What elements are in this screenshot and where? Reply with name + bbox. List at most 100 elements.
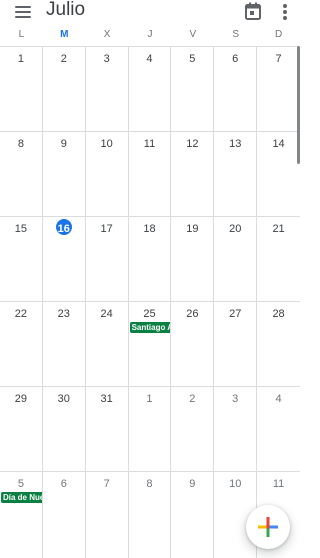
weekday-label: J	[147, 29, 153, 40]
day-number: 5	[189, 53, 196, 65]
day-cell[interactable]: 1	[128, 387, 172, 472]
day-cell[interactable]: 20	[214, 217, 258, 302]
day-cell[interactable]: 9	[171, 472, 215, 558]
day-cell[interactable]: 12	[171, 132, 215, 217]
day-number: 8	[146, 478, 153, 490]
day-cell[interactable]: 5 Día de Nuestra Señora	[0, 472, 43, 558]
day-number: 20	[229, 223, 242, 235]
day-number: 6	[60, 478, 67, 490]
day-number: 2	[189, 393, 196, 405]
day-cell[interactable]: 14	[257, 132, 300, 217]
day-cell[interactable]: 8	[129, 472, 172, 558]
day-cell[interactable]: 3	[214, 387, 258, 472]
day-cell[interactable]: 23	[42, 302, 86, 387]
day-number: 25	[143, 308, 156, 320]
menu-icon-line	[15, 16, 31, 18]
day-cell[interactable]: 6	[214, 47, 258, 132]
day-cell[interactable]: 3	[85, 47, 129, 132]
calendar-today-icon[interactable]	[243, 1, 263, 21]
day-number: 11	[143, 138, 156, 150]
create-event-button[interactable]	[246, 505, 290, 549]
day-number: 2	[60, 53, 67, 65]
weekday-label: S	[232, 29, 240, 40]
day-cell[interactable]: 1	[0, 47, 43, 132]
more-dot	[283, 16, 287, 20]
day-cell[interactable]: 29	[0, 387, 43, 472]
menu-icon-line	[15, 6, 31, 8]
day-number: 26	[186, 308, 199, 320]
day-number: 1	[17, 53, 24, 65]
day-cell[interactable]: 4	[128, 47, 172, 132]
day-number: 11	[272, 478, 285, 490]
more-dot	[283, 4, 287, 8]
day-cell[interactable]: 19	[171, 217, 215, 302]
day-cell[interactable]: 25 Santiago Apóstol	[128, 302, 172, 387]
day-number: 16	[57, 223, 70, 235]
day-number: 6	[232, 53, 239, 65]
day-cell[interactable]: 26	[171, 302, 215, 387]
day-number: 4	[146, 53, 153, 65]
day-number: 21	[272, 223, 285, 235]
day-number: 9	[189, 478, 196, 490]
weekday-header: LMXJVSD	[0, 24, 300, 46]
day-number: 10	[229, 478, 242, 490]
more-vert-icon[interactable]	[279, 2, 291, 20]
menu-icon[interactable]	[14, 3, 32, 19]
day-number: 29	[14, 393, 28, 405]
month-grid: 1 2 3 4 5 6 7 8 9 10 11 12 13 14 15 16 17 18 19 20 21 22 23 24 2…	[0, 46, 300, 558]
create-event-plus-icon	[258, 517, 278, 537]
day-number: 22	[14, 308, 28, 320]
day-number: 12	[186, 138, 199, 150]
weekday-label: L	[18, 29, 25, 40]
weekday-label: V	[189, 29, 197, 40]
event-chip[interactable]: Santiago Apóstol	[129, 322, 171, 333]
day-number: 23	[57, 308, 70, 320]
day-number: 19	[186, 223, 199, 235]
day-number: 15	[14, 223, 28, 235]
event-chip[interactable]: Día de Nuestra Señora	[1, 492, 42, 503]
more-dot	[283, 10, 287, 14]
day-number: 3	[103, 53, 110, 65]
app-bar: Julio	[0, 0, 300, 24]
day-number: 8	[17, 138, 24, 150]
day-cell[interactable]: 17	[85, 217, 129, 302]
day-cell[interactable]: 30	[42, 387, 86, 472]
day-cell[interactable]: 15	[0, 217, 43, 302]
menu-icon-line	[15, 11, 31, 13]
day-cell[interactable]: 7	[257, 47, 300, 132]
day-number: 30	[57, 393, 70, 405]
day-cell[interactable]: 27	[214, 302, 258, 387]
day-cell[interactable]: 13	[214, 132, 258, 217]
day-number: 10	[100, 138, 113, 150]
day-cell[interactable]: 5	[171, 47, 215, 132]
day-cell[interactable]: 6	[43, 472, 86, 558]
day-cell[interactable]: 11	[128, 132, 172, 217]
month-title[interactable]: Julio	[46, 0, 85, 22]
day-cell-today[interactable]: 16	[42, 217, 86, 302]
day-cell[interactable]: 24	[85, 302, 129, 387]
day-number: 5	[17, 478, 24, 490]
day-number: 3	[232, 393, 239, 405]
day-cell[interactable]: 2	[171, 387, 215, 472]
scroll-indicator[interactable]	[297, 46, 300, 164]
day-cell[interactable]: 7	[86, 472, 129, 558]
day-cell[interactable]: 31	[85, 387, 129, 472]
day-cell[interactable]: 28	[257, 302, 300, 387]
weekday-label: X	[103, 29, 111, 40]
day-cell[interactable]: 18	[128, 217, 172, 302]
day-cell[interactable]: 9	[42, 132, 86, 217]
day-number: 1	[146, 393, 153, 405]
day-number: 4	[275, 393, 282, 405]
day-number: 31	[100, 393, 113, 405]
day-cell[interactable]: 22	[0, 302, 43, 387]
weekday-label: D	[274, 29, 283, 40]
day-cell[interactable]: 21	[257, 217, 300, 302]
day-cell[interactable]: 4	[257, 387, 300, 472]
day-cell[interactable]: 8	[0, 132, 43, 217]
day-cell[interactable]: 2	[42, 47, 86, 132]
day-number: 18	[143, 223, 156, 235]
day-number: 24	[100, 308, 113, 320]
day-number: 17	[100, 223, 113, 235]
day-cell[interactable]: 10	[85, 132, 129, 217]
day-number: 27	[229, 308, 242, 320]
